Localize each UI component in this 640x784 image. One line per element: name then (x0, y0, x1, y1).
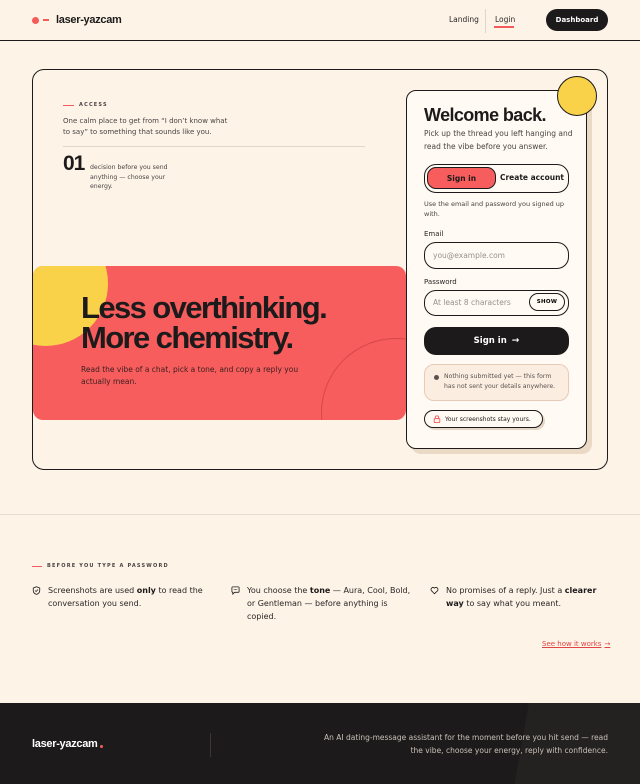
before-eyebrow: BEFORE YOU TYPE A PASSWORD (32, 563, 169, 569)
privacy-pill-text: Your screenshots stay yours. (445, 415, 531, 423)
logo-dot-icon (32, 16, 39, 24)
stat-number: 01 (63, 152, 85, 175)
feature-text-pre: No promises of a reply. Just a (446, 586, 565, 595)
show-password-button[interactable]: SHOW (529, 293, 565, 311)
eyebrow-line (63, 104, 74, 106)
sign-in-label: Sign in (473, 336, 507, 346)
section-divider (0, 514, 640, 515)
dashboard-button[interactable]: Dashboard (546, 9, 608, 31)
access-eyebrow: ACCESS (63, 102, 108, 108)
brand-logo[interactable]: laser-yazcam (32, 12, 122, 28)
nav-login-link[interactable]: Login (495, 15, 515, 24)
feature-text: No promises of a reply. Just a clearer w… (446, 584, 610, 610)
login-hint: Use the email and password you signed up… (424, 200, 565, 218)
tab-sign-in[interactable]: Sign in (427, 167, 496, 189)
logo-dot-icon (99, 745, 103, 748)
hero-banner: Less overthinking. More chemistry. Read … (33, 266, 406, 420)
nav-landing-link[interactable]: Landing (449, 15, 479, 24)
password-label: Password (424, 278, 457, 286)
feature-text-post: to say what you meant. (463, 599, 562, 608)
before-label: BEFORE YOU TYPE A PASSWORD (47, 563, 169, 569)
footer-divider (210, 733, 211, 757)
access-divider (63, 146, 365, 147)
login-subtitle: Pick up the thread you left hanging and … (424, 129, 573, 151)
login-title: Welcome back. (424, 105, 547, 125)
sun-decoration-icon (557, 76, 597, 116)
password-field-wrapper: SHOW (424, 290, 569, 316)
feature-text-bold: tone (309, 586, 331, 595)
logo-text: laser-yazcam (56, 14, 122, 26)
footer: laser-yazcam An AI dating-message assist… (0, 703, 640, 784)
see-how-it-works-link[interactable]: See how it works → (542, 640, 610, 648)
hero-title: Less overthinking. More chemistry. (81, 292, 328, 355)
shield-icon (32, 586, 41, 595)
access-label: ACCESS (79, 102, 108, 108)
logo-line-icon (43, 19, 49, 21)
feature-item: No promises of a reply. Just a clearer w… (430, 584, 610, 610)
privacy-pill: Your screenshots stay yours. (424, 410, 543, 428)
auth-mode-toggle: Sign in Create account (424, 164, 569, 193)
email-label: Email (424, 230, 444, 238)
heart-icon (430, 587, 439, 595)
feature-text: You choose the tone — Aura, Cool, Bold, … (247, 584, 411, 623)
arrow-right-icon: → (604, 640, 611, 648)
eyebrow-line (32, 565, 42, 567)
feature-item: You choose the tone — Aura, Cool, Bold, … (231, 584, 411, 623)
chat-bubble-icon (231, 586, 240, 595)
footer-logo[interactable]: laser-yazcam (32, 738, 103, 750)
form-status-text: Nothing submitted yet — this form has no… (444, 373, 556, 390)
hero-title-line2: More chemistry. (81, 320, 294, 355)
password-field[interactable] (425, 291, 525, 314)
stat-description: decision before you send anything — choo… (90, 164, 168, 190)
top-nav: laser-yazcam Landing Login Dashboard (0, 0, 640, 41)
see-link-label: See how it works (542, 640, 602, 648)
status-dot-icon (434, 375, 439, 380)
nav-divider (485, 9, 486, 33)
feature-text-bold: only (136, 586, 156, 595)
email-field[interactable] (424, 242, 569, 269)
tab-create-account[interactable]: Create account (497, 167, 567, 189)
form-status-notice: Nothing submitted yet — this form has no… (424, 364, 569, 401)
sign-in-button[interactable]: Sign in → (424, 327, 569, 355)
footer-logo-text: laser-yazcam (32, 738, 98, 750)
feature-text-pre: Screenshots are used (48, 586, 137, 595)
arrow-right-icon: → (511, 336, 520, 346)
access-description: One calm place to get from “I don’t know… (63, 117, 228, 136)
ring-decoration (321, 338, 406, 420)
footer-tagline: An AI dating-message assistant for the m… (323, 733, 608, 755)
lock-icon (433, 415, 441, 423)
feature-text-pre: You choose the (247, 586, 310, 595)
feature-item: Screenshots are used only to read the co… (32, 584, 212, 610)
nav-active-underline (494, 26, 514, 28)
hero-subtitle: Read the vibe of a chat, pick a tone, an… (81, 365, 299, 386)
feature-text: Screenshots are used only to read the co… (48, 584, 212, 610)
